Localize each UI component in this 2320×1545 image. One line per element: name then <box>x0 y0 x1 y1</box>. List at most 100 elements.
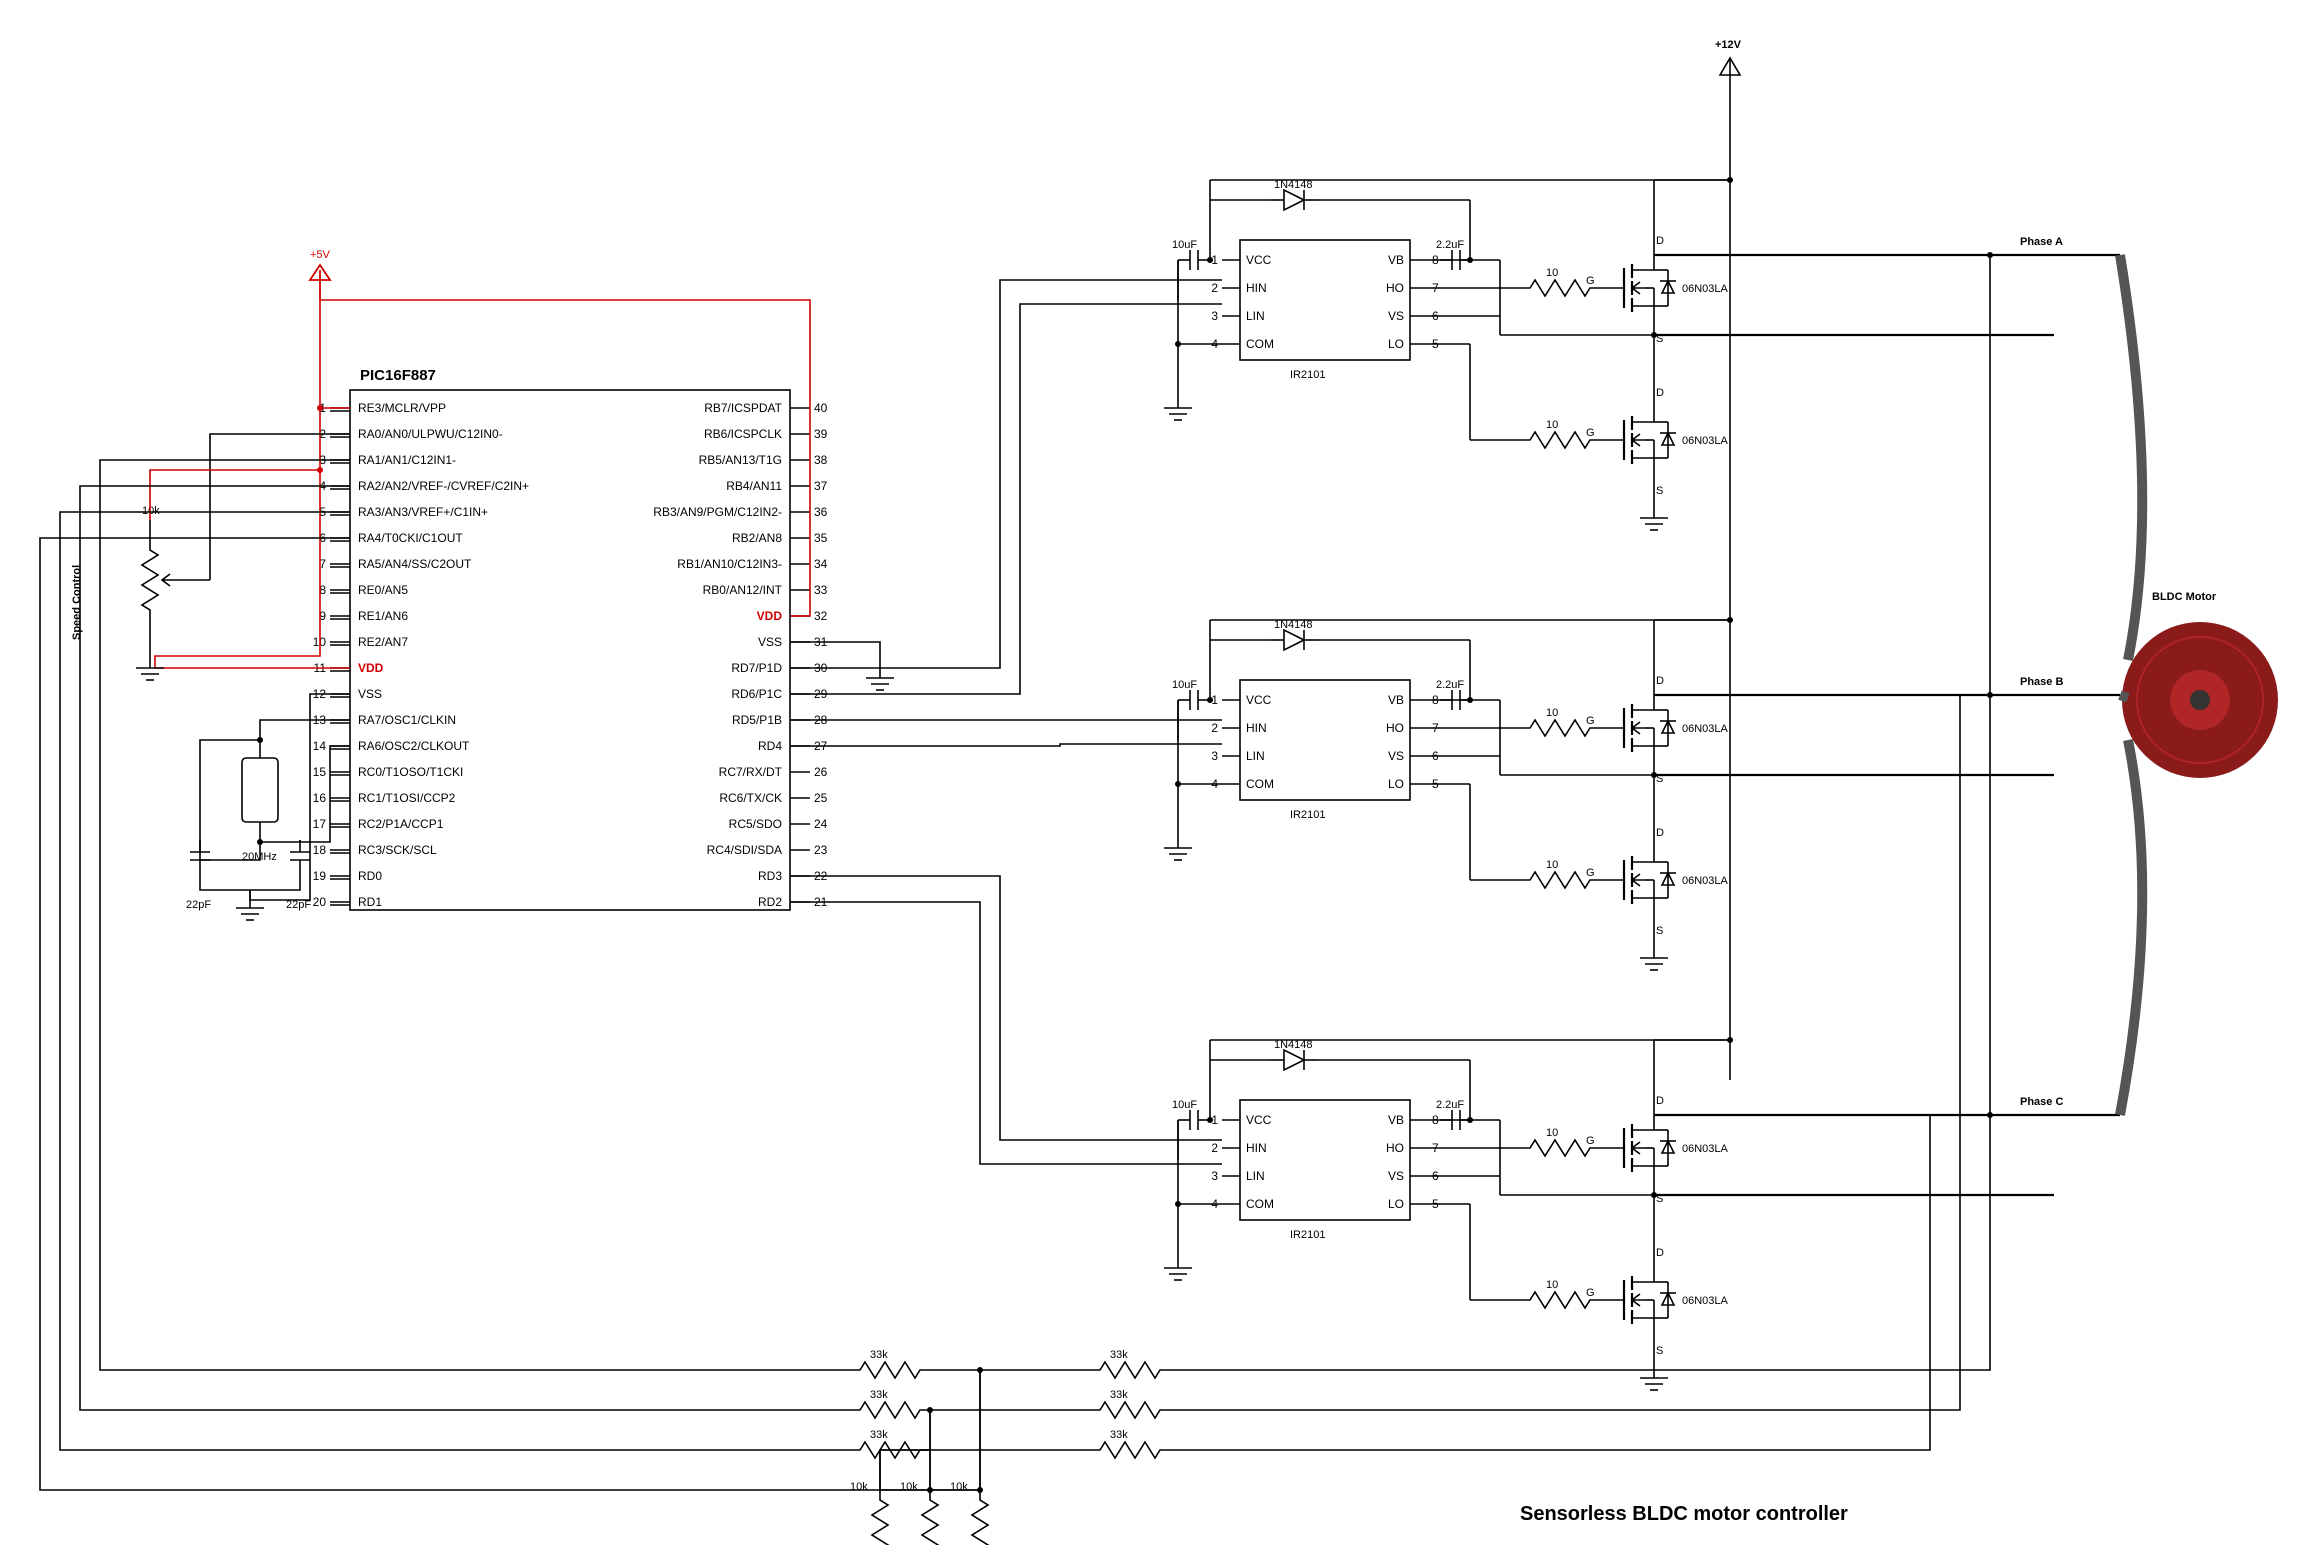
svg-text:2.2uF: 2.2uF <box>1436 679 1464 691</box>
svg-text:24: 24 <box>814 817 828 831</box>
mosfet: 06N03LA D G S <box>1586 1247 1729 1357</box>
phase-b-label: Phase B <box>2020 676 2063 688</box>
svg-text:RA6/OSC2/CLKOUT: RA6/OSC2/CLKOUT <box>358 739 470 753</box>
svg-text:G: G <box>1586 1287 1595 1299</box>
svg-text:33k: 33k <box>870 1429 888 1441</box>
phase-a-label: Phase A <box>2020 236 2063 248</box>
svg-text:16: 16 <box>313 791 327 805</box>
svg-text:RD5/P1B: RD5/P1B <box>732 713 782 727</box>
svg-text:VCC: VCC <box>1246 1113 1272 1127</box>
svg-text:D: D <box>1656 235 1664 247</box>
svg-text:14: 14 <box>313 739 327 753</box>
svg-text:LO: LO <box>1388 777 1404 791</box>
svg-text:RA1/AN1/C12IN1-: RA1/AN1/C12IN1- <box>358 453 456 467</box>
bldc-motor: BLDC Motor <box>2122 591 2278 778</box>
svg-text:10: 10 <box>1546 1127 1558 1139</box>
svg-text:G: G <box>1586 1135 1595 1147</box>
mosfet: 06N03LADGS <box>1586 1095 1729 1205</box>
svg-text:10k: 10k <box>900 1481 918 1493</box>
svg-text:10uF: 10uF <box>1172 679 1197 691</box>
svg-text:3: 3 <box>1211 1169 1218 1183</box>
mcu-block: PIC16F887 1RE3/MCLR/VPP2RA0/AN0/ULPWU/C1… <box>313 367 828 910</box>
svg-text:VCC: VCC <box>1246 253 1272 267</box>
svg-text:RB6/ICSPCLK: RB6/ICSPCLK <box>704 427 782 441</box>
svg-text:LO: LO <box>1388 337 1404 351</box>
svg-text:10: 10 <box>1546 707 1558 719</box>
svg-text:HO: HO <box>1386 281 1404 295</box>
svg-text:RC3/SCK/SCL: RC3/SCK/SCL <box>358 843 437 857</box>
svg-text:37: 37 <box>814 479 828 493</box>
svg-text:33k: 33k <box>1110 1429 1128 1441</box>
svg-text:2.2uF: 2.2uF <box>1436 239 1464 251</box>
svg-text:10uF: 10uF <box>1172 1099 1197 1111</box>
svg-text:RB5/AN13/T1G: RB5/AN13/T1G <box>699 453 782 467</box>
svg-text:15: 15 <box>313 765 327 779</box>
svg-text:+12V: +12V <box>1715 39 1742 51</box>
svg-text:VCC: VCC <box>1246 693 1272 707</box>
svg-text:D: D <box>1656 827 1664 839</box>
svg-text:COM: COM <box>1246 1197 1274 1211</box>
svg-text:Speed Control: Speed Control <box>71 565 83 640</box>
svg-text:10: 10 <box>1546 859 1558 871</box>
svg-text:35: 35 <box>814 531 828 545</box>
svg-text:G: G <box>1586 715 1595 727</box>
bemf-network: 33k 33k 33k 33k 33k 33k 10k 10k 10k <box>850 1349 1170 1545</box>
svg-text:RC0/T1OSO/T1CKI: RC0/T1OSO/T1CKI <box>358 765 463 779</box>
svg-text:D: D <box>1656 675 1664 687</box>
svg-text:HIN: HIN <box>1246 721 1267 735</box>
svg-text:D: D <box>1656 1247 1664 1259</box>
svg-text:RC4/SDI/SDA: RC4/SDI/SDA <box>707 843 782 857</box>
svg-text:RB4/AN11: RB4/AN11 <box>726 479 782 493</box>
svg-text:33k: 33k <box>1110 1389 1128 1401</box>
svg-text:VB: VB <box>1388 1113 1404 1127</box>
svg-text:10k: 10k <box>850 1481 868 1493</box>
svg-text:33k: 33k <box>870 1389 888 1401</box>
svg-text:VS: VS <box>1388 1169 1404 1183</box>
svg-text:2: 2 <box>1211 281 1218 295</box>
svg-text:RA0/AN0/ULPWU/C12IN0-: RA0/AN0/ULPWU/C12IN0- <box>358 427 503 441</box>
svg-text:06N03LA: 06N03LA <box>1682 1295 1729 1307</box>
svg-text:VB: VB <box>1388 693 1404 707</box>
mosfet: 06N03LADGS <box>1586 235 1729 345</box>
svg-text:2: 2 <box>1211 1141 1218 1155</box>
svg-text:06N03LA: 06N03LA <box>1682 875 1729 887</box>
svg-text:HO: HO <box>1386 721 1404 735</box>
svg-text:LIN: LIN <box>1246 309 1265 323</box>
svg-text:RA5/AN4/SS/C2OUT: RA5/AN4/SS/C2OUT <box>358 557 472 571</box>
svg-text:RA2/AN2/VREF-/CVREF/C2IN+: RA2/AN2/VREF-/CVREF/C2IN+ <box>358 479 529 493</box>
mcu-name: PIC16F887 <box>360 367 436 384</box>
svg-text:10k: 10k <box>142 505 160 517</box>
svg-text:32: 32 <box>814 609 828 623</box>
svg-text:10uF: 10uF <box>1172 239 1197 251</box>
svg-text:VSS: VSS <box>358 687 382 701</box>
svg-text:RB7/ICSPDAT: RB7/ICSPDAT <box>704 401 782 415</box>
svg-text:LIN: LIN <box>1246 1169 1265 1183</box>
svg-text:RA3/AN3/VREF+/C1IN+: RA3/AN3/VREF+/C1IN+ <box>358 505 488 519</box>
svg-text:VS: VS <box>1388 749 1404 763</box>
svg-text:LO: LO <box>1388 1197 1404 1211</box>
svg-text:VS: VS <box>1388 309 1404 323</box>
svg-text:COM: COM <box>1246 777 1274 791</box>
svg-text:RD6/P1C: RD6/P1C <box>731 687 782 701</box>
svg-text:33k: 33k <box>1110 1349 1128 1361</box>
svg-text:06N03LA: 06N03LA <box>1682 283 1729 295</box>
supply-12v: +12V <box>1715 39 1742 110</box>
svg-text:33k: 33k <box>870 1349 888 1361</box>
svg-text:LIN: LIN <box>1246 749 1265 763</box>
svg-text:RD1: RD1 <box>358 895 382 909</box>
svg-text:36: 36 <box>814 505 828 519</box>
svg-text:D: D <box>1656 387 1664 399</box>
svg-text:10k: 10k <box>950 1481 968 1493</box>
svg-text:HO: HO <box>1386 1141 1404 1155</box>
svg-text:VB: VB <box>1388 253 1404 267</box>
svg-text:HIN: HIN <box>1246 1141 1267 1155</box>
svg-text:RD0: RD0 <box>358 869 382 883</box>
svg-text:23: 23 <box>814 843 828 857</box>
svg-text:IR2101: IR2101 <box>1290 1229 1325 1241</box>
svg-text:3: 3 <box>1211 309 1218 323</box>
svg-text:RC6/TX/CK: RC6/TX/CK <box>719 791 782 805</box>
svg-text:S: S <box>1656 1345 1663 1357</box>
svg-text:40: 40 <box>814 401 828 415</box>
svg-text:VDD: VDD <box>358 661 384 675</box>
svg-text:RD2: RD2 <box>758 895 782 909</box>
